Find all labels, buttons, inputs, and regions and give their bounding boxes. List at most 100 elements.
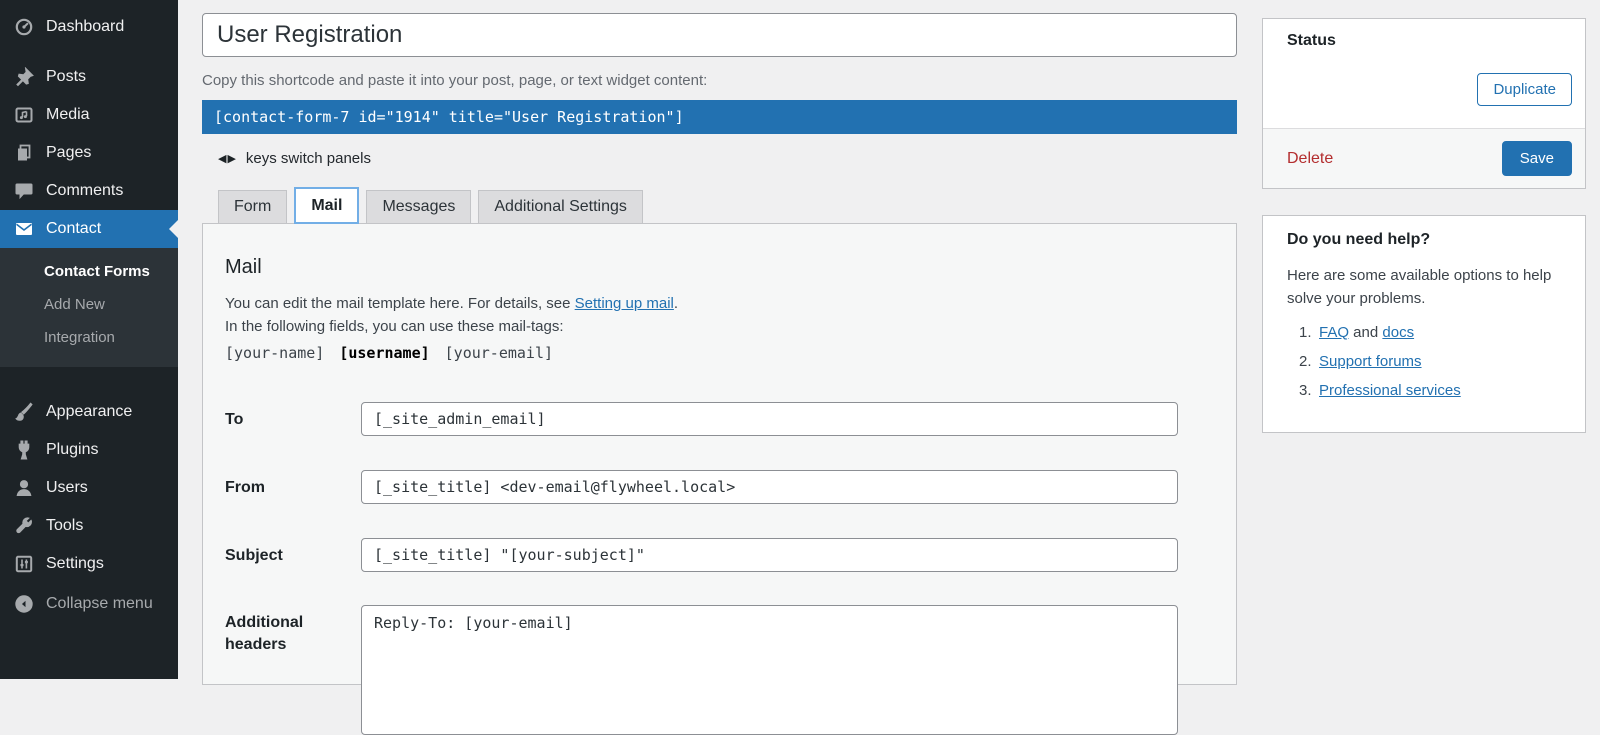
sidebar-item-appearance[interactable]: Appearance — [0, 393, 178, 431]
sidebar-item-media[interactable]: Media — [0, 96, 178, 134]
list-item: 3. Professional services — [1299, 381, 1561, 401]
shortcode-hint: Copy this shortcode and paste it into yo… — [202, 72, 708, 89]
user-icon — [13, 477, 35, 499]
status-heading: Status — [1287, 32, 1336, 49]
panel-tabs: Form Mail Messages Additional Settings — [218, 187, 1237, 224]
sliders-icon — [13, 553, 35, 575]
mail-from-row: From — [225, 470, 1214, 504]
dashboard-icon — [13, 16, 35, 38]
help-intro-text: Here are some available options to help … — [1287, 267, 1552, 307]
mail-from-label: From — [225, 479, 265, 496]
support-forums-link[interactable]: Support forums — [1319, 352, 1422, 372]
additional-headers-textarea[interactable]: Reply-To: [your-email] — [361, 605, 1178, 735]
mail-panel: Mail You can edit the mail template here… — [202, 223, 1237, 735]
contact-submenu: Contact Forms Add New Integration — [0, 248, 178, 367]
sidebar-item-label: Dashboard — [46, 18, 125, 35]
paintbrush-icon — [13, 401, 35, 423]
list-item: 2. Support forums — [1299, 352, 1561, 372]
tab-form[interactable]: Form — [218, 190, 288, 224]
wordpress-admin-page: { "colors": { "accent_blue": "#2271b1", … — [0, 0, 1600, 735]
help-options-list: 1. FAQ and docs 2. Support forums 3. Pro… — [1287, 323, 1561, 401]
mail-tag-used: [username] — [339, 344, 430, 362]
mail-tags-list: [your-name] [username] [your-email] — [225, 343, 1214, 364]
sidebar-item-label: Tools — [46, 517, 84, 534]
submenu-item-add-new[interactable]: Add New — [0, 288, 178, 321]
list-item: 1. FAQ and docs — [1299, 323, 1561, 343]
tab-additional-settings[interactable]: Additional Settings — [478, 190, 643, 224]
left-right-arrows-icon: ◀▶ — [218, 153, 237, 165]
keyboard-hint-label: keys switch panels — [245, 150, 371, 167]
sidebar-item-dashboard[interactable]: Dashboard — [0, 8, 178, 46]
tab-messages[interactable]: Messages — [366, 190, 472, 224]
comment-bubble-icon — [13, 180, 35, 202]
form-editor-main: Copy this shortcode and paste it into yo… — [202, 0, 1237, 735]
sidebar-item-label: Pages — [46, 144, 92, 161]
help-item-text: FAQ and docs — [1319, 323, 1414, 343]
status-postbox: Status Duplicate Delete Save — [1262, 18, 1586, 189]
pushpin-icon — [13, 66, 35, 88]
sidebar-item-posts[interactable]: Posts — [0, 58, 178, 96]
sidebar-item-label: Appearance — [46, 403, 133, 420]
duplicate-row: Duplicate — [1263, 51, 1585, 128]
list-marker: 3. — [1299, 382, 1312, 399]
mail-to-input[interactable] — [361, 402, 1178, 436]
sidebar-item-tools[interactable]: Tools — [0, 507, 178, 545]
sidebar-item-label: Plugins — [46, 441, 99, 458]
sidebar-item-pages[interactable]: Pages — [0, 134, 178, 172]
mail-subject-input[interactable] — [361, 538, 1178, 572]
mail-to-row: To — [225, 402, 1214, 436]
form-title-input[interactable] — [202, 13, 1237, 57]
mail-tag: [your-name] — [225, 344, 325, 362]
list-marker: 1. — [1299, 324, 1312, 341]
collapse-menu-label: Collapse menu — [46, 595, 153, 612]
help-heading: Do you need help? — [1287, 231, 1431, 248]
mail-subject-label: Subject — [225, 547, 283, 564]
publishing-actions: Delete Save — [1263, 128, 1585, 188]
sidebar-item-settings[interactable]: Settings — [0, 545, 178, 583]
menu-separator — [0, 46, 178, 58]
description-text: You can edit the mail template here. For… — [225, 295, 575, 312]
sidebar-item-label: Contact — [46, 220, 102, 237]
list-marker: 2. — [1299, 353, 1312, 370]
duplicate-button[interactable]: Duplicate — [1477, 73, 1572, 106]
sidebar-item-users[interactable]: Users — [0, 469, 178, 507]
menu-separator — [0, 367, 178, 393]
description-text: . — [673, 295, 679, 312]
sidebar-item-comments[interactable]: Comments — [0, 172, 178, 210]
mail-tag: [your-email] — [444, 344, 554, 362]
mail-panel-heading: Mail — [225, 256, 262, 278]
faq-link[interactable]: FAQ — [1319, 324, 1349, 341]
submenu-item-integration[interactable]: Integration — [0, 321, 178, 354]
save-button[interactable]: Save — [1501, 141, 1572, 176]
mail-panel-description: You can edit the mail template here. For… — [225, 292, 1214, 338]
mail-subject-row: Subject — [225, 538, 1214, 572]
admin-sidebar: Dashboard Posts Media Pages Comments Con… — [0, 0, 178, 679]
mail-tags-hint: In the following fields, you can use the… — [225, 318, 564, 335]
docs-link[interactable]: docs — [1382, 324, 1414, 341]
keyboard-hint: ◀▶ keys switch panels — [218, 150, 1237, 167]
delete-link[interactable]: Delete — [1287, 150, 1333, 168]
media-icon — [13, 104, 35, 126]
sidebar-item-contact[interactable]: Contact — [0, 210, 178, 248]
sidebar-item-label: Settings — [46, 555, 104, 572]
active-menu-arrow — [169, 220, 178, 238]
editor-sidebar: Status Duplicate Delete Save Do you need… — [1262, 0, 1586, 433]
additional-headers-row: Additional headers Reply-To: [your-email… — [225, 605, 1214, 735]
shortcode-field[interactable]: [contact-form-7 id="1914" title="User Re… — [202, 100, 1237, 134]
mail-to-label: To — [225, 411, 244, 428]
sidebar-item-plugins[interactable]: Plugins — [0, 431, 178, 469]
help-postbox: Do you need help? Here are some availabl… — [1262, 215, 1586, 433]
tab-mail[interactable]: Mail — [294, 187, 360, 224]
help-item-text: and — [1349, 324, 1383, 341]
additional-headers-label: Additional headers — [225, 614, 304, 653]
collapse-menu-button[interactable]: Collapse menu — [0, 585, 178, 623]
setting-up-mail-link[interactable]: Setting up mail — [575, 295, 674, 312]
sidebar-item-label: Users — [46, 479, 88, 496]
mail-from-input[interactable] — [361, 470, 1178, 504]
professional-services-link[interactable]: Professional services — [1319, 381, 1461, 401]
pages-icon — [13, 142, 35, 164]
submenu-item-contact-forms[interactable]: Contact Forms — [0, 255, 178, 288]
envelope-icon — [13, 218, 35, 240]
wrench-icon — [13, 515, 35, 537]
plug-icon — [13, 439, 35, 461]
